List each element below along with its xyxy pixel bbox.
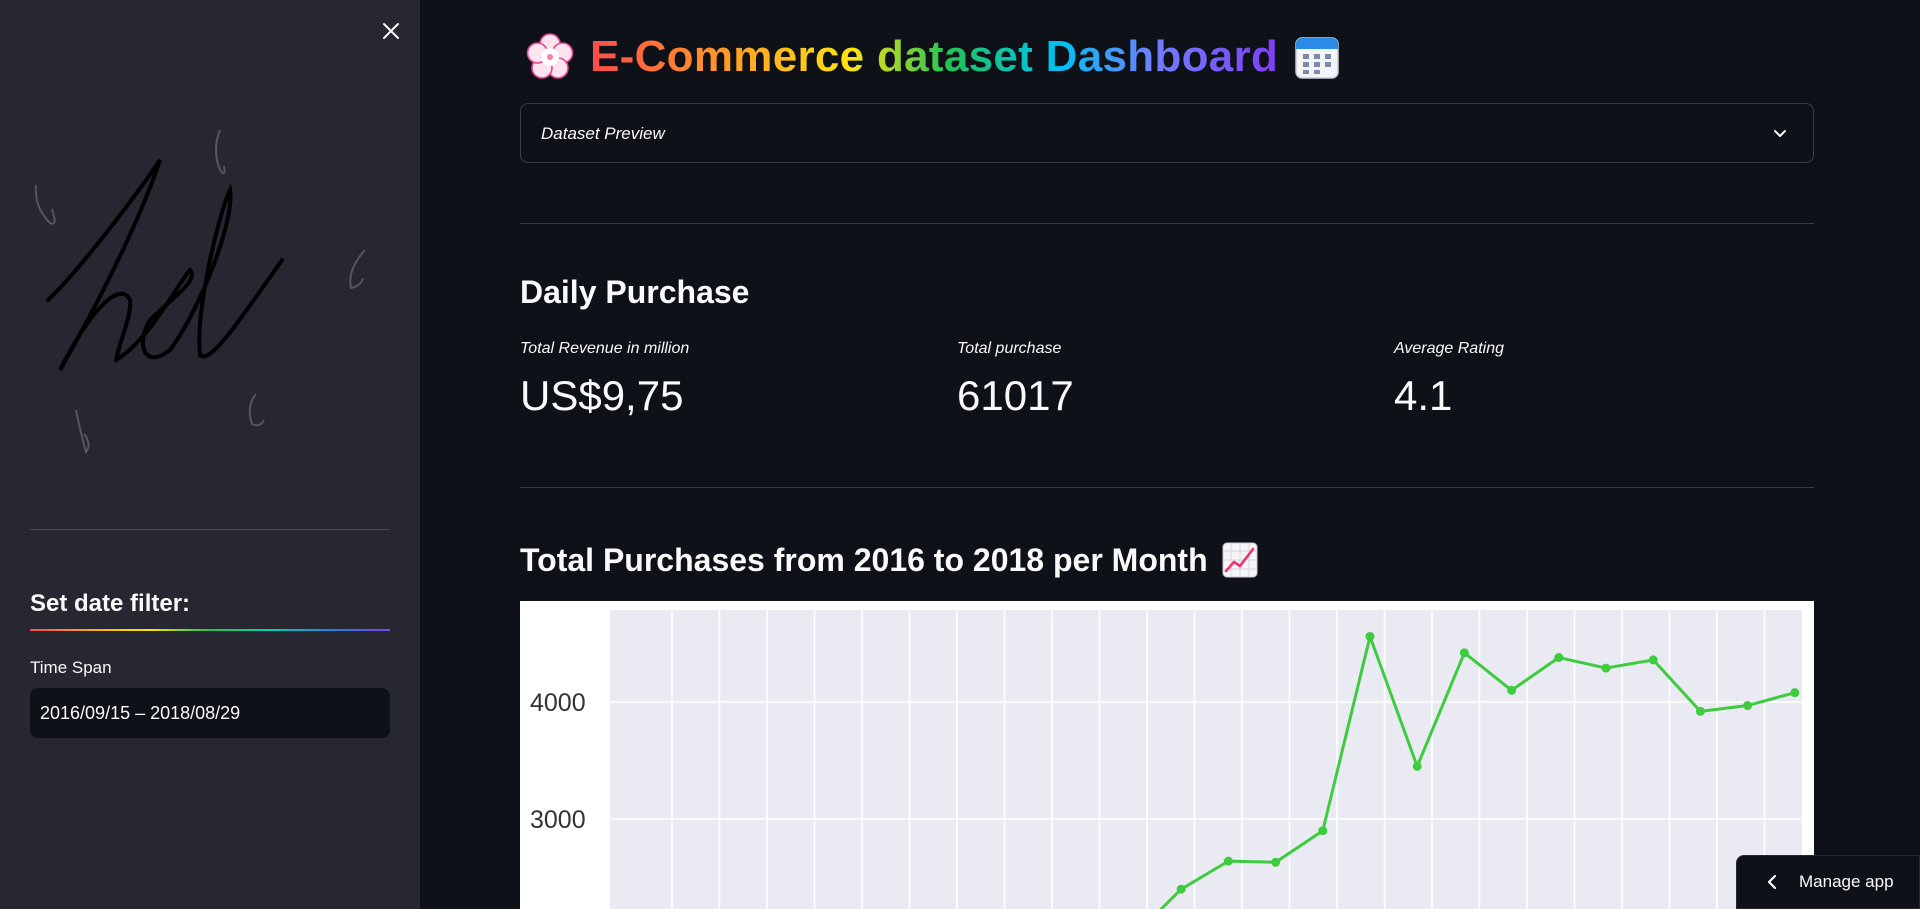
chevron-down-icon	[1774, 130, 1786, 137]
data-point	[1271, 857, 1281, 867]
data-point	[1648, 655, 1658, 665]
section-divider	[520, 487, 1814, 488]
data-point	[1507, 685, 1517, 695]
y-tick-label: 4000	[530, 689, 586, 717]
chart-heading: Total Purchases from 2016 to 2018 per Mo…	[520, 536, 1258, 584]
sidebar-divider	[30, 529, 390, 530]
time-span-label: Time Span	[30, 658, 112, 677]
manage-app-label: Manage app	[1799, 872, 1894, 891]
manage-app-button[interactable]: Manage app	[1736, 855, 1920, 909]
app-root: Set date filter: Time Span E-Commerce da…	[0, 0, 1920, 909]
metric-value: 61017	[957, 372, 1074, 419]
rainbow-divider	[30, 629, 390, 631]
logo-image	[34, 129, 366, 455]
data-point	[1743, 701, 1753, 711]
metric-label: Total Revenue in million	[520, 340, 690, 357]
time-span-date-input[interactable]	[30, 688, 390, 738]
chart-svg: 4000 3000	[530, 610, 1813, 909]
data-point	[1601, 663, 1611, 673]
dataset-preview-expander[interactable]: Dataset Preview	[520, 103, 1814, 163]
main-content: E-Commerce dataset Dashboard Dataset Pre…	[420, 0, 1920, 909]
data-point	[1318, 826, 1328, 836]
data-point	[1176, 884, 1186, 894]
flower-emoji-icon	[526, 33, 574, 79]
date-filter-heading: Set date filter:	[30, 590, 191, 617]
data-point	[1695, 706, 1705, 716]
chart-heading-text: Total Purchases from 2016 to 2018 per Mo…	[520, 541, 1208, 578]
sidebar: Set date filter: Time Span	[0, 0, 420, 909]
close-sidebar-button[interactable]	[376, 16, 406, 46]
y-tick-label: 3000	[530, 806, 586, 834]
data-point	[1223, 856, 1233, 866]
data-point	[1459, 648, 1469, 658]
chevron-left-icon	[1767, 874, 1777, 890]
page-title: E-Commerce dataset Dashboard	[590, 32, 1279, 81]
plot-area	[610, 610, 1802, 909]
data-point	[1790, 688, 1800, 698]
page-title-row: E-Commerce dataset Dashboard	[526, 28, 1340, 86]
data-point	[1412, 761, 1422, 771]
section-divider	[520, 223, 1814, 224]
metric-total-purchase: Total purchase 61017	[957, 340, 1377, 420]
calendar-emoji-icon	[1295, 37, 1339, 79]
metric-total-revenue: Total Revenue in million US$9,75	[520, 340, 940, 420]
close-icon	[383, 23, 399, 39]
chart-increasing-emoji-icon	[1222, 542, 1258, 578]
purchases-line-chart: 4000 3000	[520, 601, 1814, 909]
expander-label: Dataset Preview	[541, 124, 665, 143]
metric-label: Average Rating	[1394, 340, 1504, 357]
data-point	[1365, 631, 1375, 641]
metric-value: US$9,75	[520, 372, 684, 419]
daily-purchase-heading: Daily Purchase	[520, 274, 750, 310]
metric-label: Total purchase	[957, 340, 1062, 357]
metric-value: 4.1	[1394, 372, 1453, 419]
data-point	[1554, 653, 1564, 663]
metric-average-rating: Average Rating 4.1	[1394, 340, 1814, 420]
